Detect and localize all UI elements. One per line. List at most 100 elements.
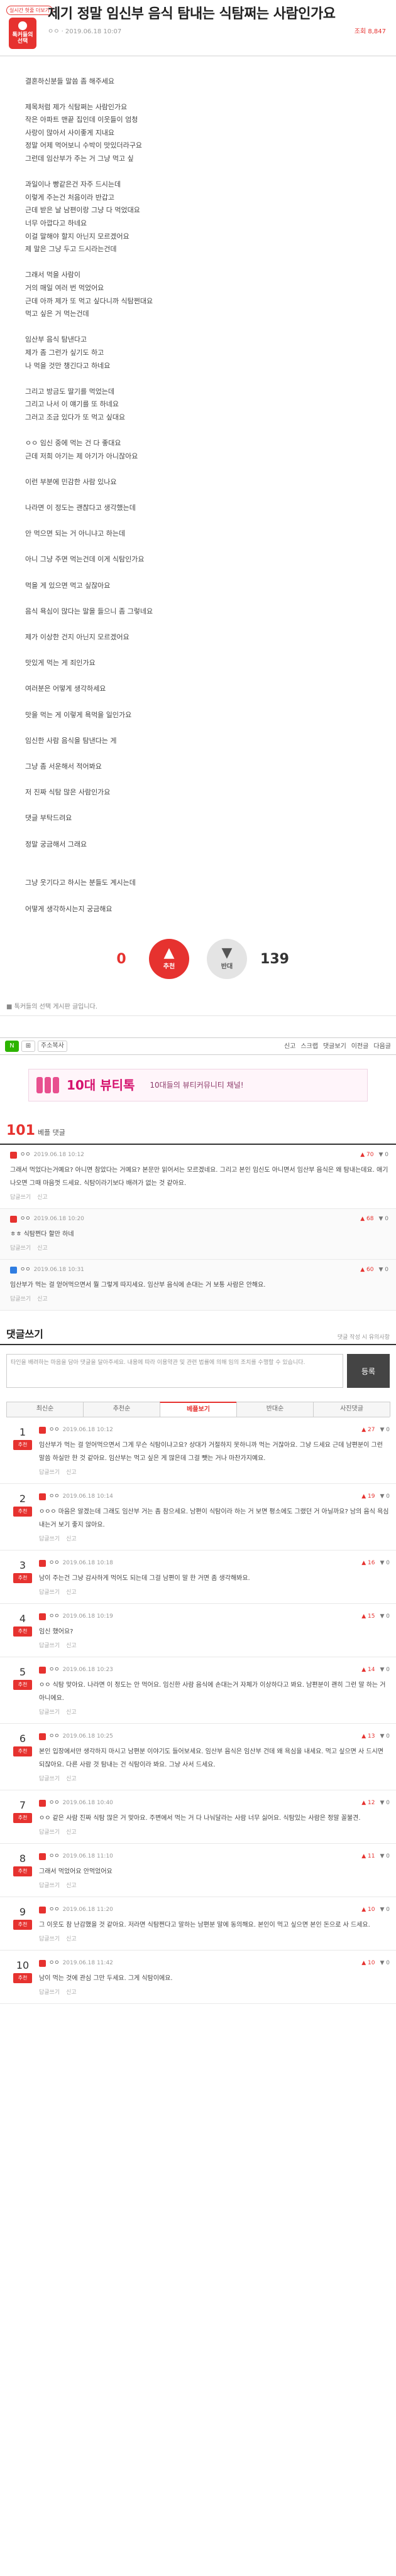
choice-badge[interactable]: 실시간 헛줄 더보기 톡커들의 선택 — [6, 5, 53, 49]
comment-author: ㅇㅇ 2019.06.18 10:12 — [10, 1151, 84, 1160]
reply-link[interactable]: 답글쓰기 — [39, 1643, 60, 1649]
body-line: 정말 궁금해서 그래요 — [25, 840, 87, 848]
reply-link[interactable]: 답글쓰기 — [39, 1776, 60, 1782]
reply-link[interactable]: 답글쓰기 — [39, 1829, 60, 1836]
copy-address-button[interactable]: 주소복사 — [38, 1041, 67, 1053]
share-naver-icon[interactable]: N — [5, 1041, 19, 1053]
report-link[interactable]: 신고 — [66, 1989, 77, 1996]
comment-nick[interactable]: ㅇㅇ — [49, 1853, 60, 1861]
comment-up[interactable]: ▲ 10 — [361, 1906, 375, 1915]
comment-nick[interactable]: ㅇㅇ — [49, 1426, 60, 1435]
rank-badge: 추천 — [13, 1573, 32, 1584]
comment-down[interactable]: ▼ 0 — [380, 1426, 390, 1435]
comment-nick[interactable]: ㅇㅇ — [20, 1266, 31, 1275]
comment-down[interactable]: ▼ 0 — [378, 1266, 388, 1275]
reply-link[interactable]: 답글쓰기 — [39, 1936, 60, 1942]
toolbar-item[interactable]: 스크랩 — [300, 1043, 318, 1050]
comment-down[interactable]: ▼ 0 — [380, 1666, 390, 1675]
user-icon — [39, 1493, 46, 1501]
report-link[interactable]: 신고 — [37, 1194, 48, 1201]
comment-input[interactable]: 타인을 배려하는 마음을 담아 댓글을 달아주세요. 내용에 따라 이용약관 및… — [6, 1354, 343, 1388]
comment-down[interactable]: ▼ 0 — [380, 1853, 390, 1861]
comment-up[interactable]: ▲ 60 — [360, 1266, 373, 1275]
report-link[interactable]: 신고 — [66, 1776, 77, 1782]
downvote-button[interactable]: ▼ 반대 — [207, 939, 247, 980]
beauty-talk-banner[interactable]: 10대 뷰티톡 10대들의 뷰티커뮤니티 채널! — [28, 1069, 368, 1102]
sort-tab[interactable]: 최신순 — [6, 1402, 84, 1417]
sort-tab[interactable]: 사진댓글 — [313, 1402, 390, 1417]
comment-nick[interactable]: ㅇㅇ — [49, 1959, 60, 1968]
reply-link[interactable]: 답글쓰기 — [10, 1296, 31, 1302]
comment-up[interactable]: ▲ 70 — [360, 1151, 373, 1160]
reply-link[interactable]: 답글쓰기 — [39, 1589, 60, 1596]
comment-nick[interactable]: ㅇㅇ — [49, 1559, 60, 1568]
sort-tab[interactable]: 베플보기 — [160, 1402, 237, 1417]
rank-badge: 추천 — [13, 1440, 32, 1451]
report-link[interactable]: 신고 — [66, 1709, 77, 1716]
comment-up[interactable]: ▲ 15 — [361, 1613, 375, 1621]
comment-nick[interactable]: ㅇㅇ — [49, 1733, 60, 1741]
comment-up[interactable]: ▲ 13 — [361, 1733, 375, 1741]
report-link[interactable]: 신고 — [37, 1296, 48, 1302]
notice-text: 톡커들의 선택 게시판 글입니다. — [14, 1004, 97, 1011]
reply-link[interactable]: 답글쓰기 — [10, 1194, 31, 1201]
toolbar-item[interactable]: 신고 — [284, 1043, 295, 1050]
submit-comment-button[interactable]: 등록 — [347, 1354, 390, 1388]
comment-up[interactable]: ▲ 27 — [361, 1426, 375, 1435]
report-link[interactable]: 신고 — [66, 1883, 77, 1889]
comment-down[interactable]: ▼ 0 — [380, 1799, 390, 1808]
comment-nick[interactable]: ㅇㅇ — [49, 1493, 60, 1502]
upvote-button[interactable]: ▲ 추천 — [149, 939, 189, 980]
report-link[interactable]: 신고 — [66, 1936, 77, 1942]
rank-number: 9 — [19, 1906, 26, 1918]
reply-link[interactable]: 답글쓰기 — [39, 1536, 60, 1542]
rank-number: 1 — [19, 1426, 26, 1439]
comment-down[interactable]: ▼ 0 — [380, 1733, 390, 1741]
comment-date: 2019.06.18 10:25 — [62, 1733, 113, 1740]
badge-tag[interactable]: 실시간 헛줄 더보기 — [6, 6, 53, 15]
comment-up[interactable]: ▲ 68 — [360, 1215, 373, 1224]
comment-up[interactable]: ▲ 11 — [361, 1853, 375, 1861]
comment-up[interactable]: ▲ 19 — [361, 1493, 375, 1502]
reply-link[interactable]: 답글쓰기 — [39, 1469, 60, 1476]
comment-down[interactable]: ▼ 0 — [380, 1613, 390, 1621]
comment-nick[interactable]: ㅇㅇ — [49, 1906, 60, 1915]
body-line: 임산부 음식 탐낸다고 — [25, 335, 87, 344]
toolbar-item[interactable]: 댓글보기 — [323, 1043, 346, 1050]
comment-down[interactable]: ▼ 0 — [380, 1493, 390, 1502]
comment-nick[interactable]: ㅇㅇ — [20, 1151, 31, 1160]
rank-badge: 추천 — [13, 1813, 32, 1824]
reply-link[interactable]: 답글쓰기 — [39, 1989, 60, 1996]
report-link[interactable]: 신고 — [66, 1643, 77, 1649]
comment-down[interactable]: ▼ 0 — [380, 1959, 390, 1968]
report-link[interactable]: 신고 — [66, 1829, 77, 1836]
body-line — [25, 670, 371, 683]
reply-link[interactable]: 답글쓰기 — [39, 1709, 60, 1716]
comment-down[interactable]: ▼ 0 — [380, 1906, 390, 1915]
comment-down[interactable]: ▼ 0 — [378, 1151, 388, 1160]
reply-link[interactable]: 답글쓰기 — [10, 1245, 31, 1252]
comment-nick[interactable]: ㅇㅇ — [20, 1215, 31, 1224]
comment-nick[interactable]: ㅇㅇ — [49, 1799, 60, 1808]
comment-up[interactable]: ▲ 14 — [361, 1666, 375, 1675]
comment-nick[interactable]: ㅇㅇ — [49, 1666, 60, 1675]
write-guide-link[interactable]: 댓글 작성 시 유의사항 — [338, 1334, 390, 1343]
report-link[interactable]: 신고 — [66, 1469, 77, 1476]
report-link[interactable]: 신고 — [66, 1536, 77, 1542]
comment-up[interactable]: ▲ 12 — [361, 1799, 375, 1808]
report-link[interactable]: 신고 — [66, 1589, 77, 1596]
toolbar-item[interactable]: 다음글 — [373, 1043, 391, 1050]
comment-body: ㅇㅇ 2019.06.18 10:23 ▲ 14 ▼ 0 ㅇㅇ 식탐 맞아요. 나라면 … — [39, 1666, 390, 1717]
report-link[interactable]: 신고 — [37, 1245, 48, 1252]
sort-tab[interactable]: 추천순 — [83, 1402, 160, 1417]
comment-down[interactable]: ▼ 0 — [378, 1215, 388, 1224]
sort-tab[interactable]: 반대순 — [236, 1402, 314, 1417]
toolbar-item[interactable]: 이전글 — [351, 1043, 369, 1050]
body-line: 맛있게 먹는 게 죄인가요 — [25, 659, 96, 668]
share-link-icon[interactable]: ⊞ — [21, 1041, 35, 1053]
comment-up[interactable]: ▲ 10 — [361, 1959, 375, 1968]
comment-up[interactable]: ▲ 16 — [361, 1559, 375, 1568]
reply-link[interactable]: 답글쓰기 — [39, 1883, 60, 1889]
comment-down[interactable]: ▼ 0 — [380, 1559, 390, 1568]
comment-nick[interactable]: ㅇㅇ — [49, 1613, 60, 1621]
